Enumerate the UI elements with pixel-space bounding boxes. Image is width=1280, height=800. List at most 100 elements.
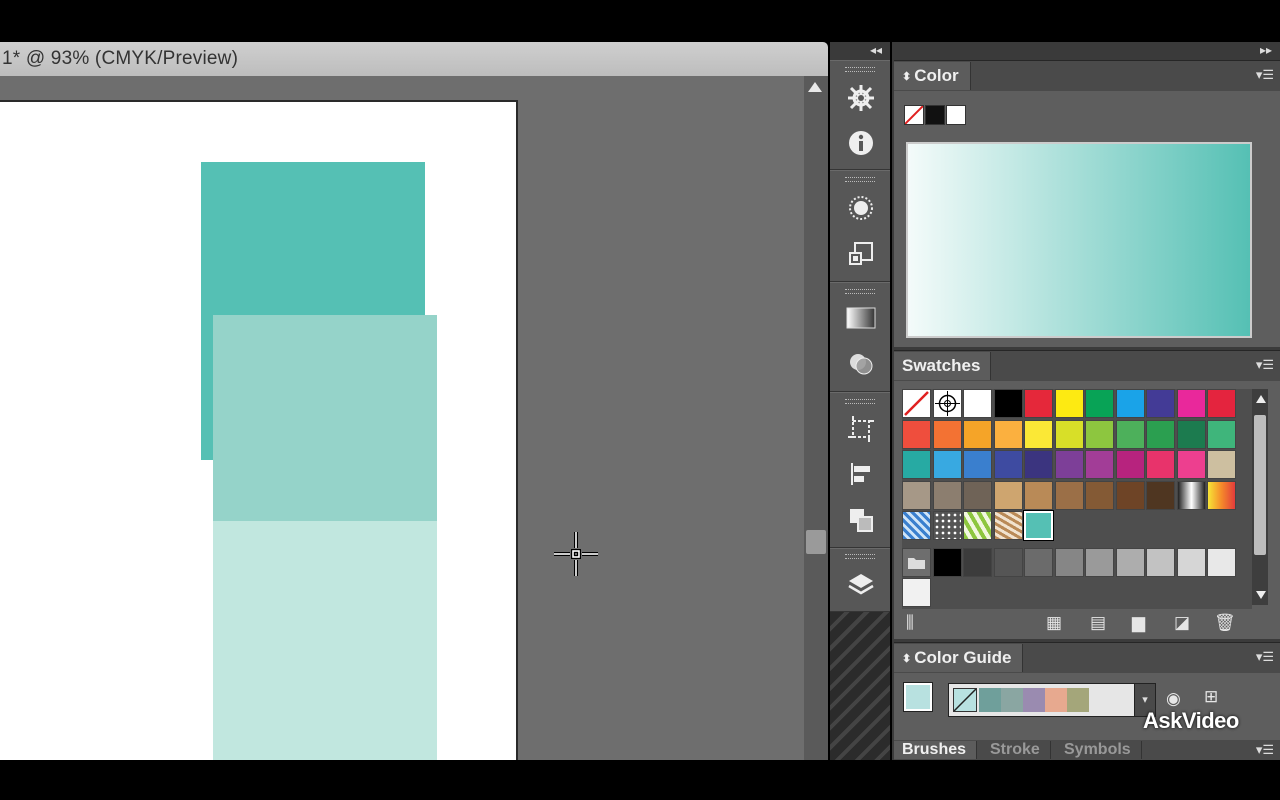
chevron-updown-icon[interactable]: ⬍: [902, 652, 911, 665]
harmony-color-swatch[interactable]: [1067, 688, 1089, 712]
scroll-up-arrow-icon[interactable]: [1256, 395, 1266, 403]
swatch[interactable]: [1085, 450, 1114, 479]
swatch[interactable]: [1176, 480, 1206, 510]
scrollbar-thumb[interactable]: [1254, 415, 1266, 555]
swatch-libraries-icon[interactable]: ⫼: [906, 613, 914, 633]
artboard[interactable]: [0, 100, 518, 760]
swatch[interactable]: [1176, 389, 1206, 418]
panel-menu-icon[interactable]: ▾☰: [1256, 357, 1274, 373]
swatch[interactable]: [1207, 419, 1236, 449]
black-swatch[interactable]: [925, 105, 945, 125]
swatch[interactable]: [963, 450, 992, 479]
white-swatch[interactable]: [946, 105, 966, 125]
grip-icon[interactable]: [845, 554, 875, 559]
swatch[interactable]: [963, 511, 992, 540]
swatch[interactable]: [1054, 450, 1084, 479]
info-icon[interactable]: [845, 127, 877, 159]
swatch[interactable]: [1054, 419, 1084, 449]
panel-menu-icon[interactable]: ▾☰: [1256, 649, 1274, 665]
swatch[interactable]: [1176, 419, 1206, 449]
harmony-color-swatch[interactable]: [1001, 688, 1023, 712]
swatch[interactable]: [1054, 480, 1084, 510]
color-guide-tab[interactable]: ⬍ Color Guide: [894, 644, 1023, 672]
transform-icon[interactable]: [845, 238, 877, 270]
current-color-swatch[interactable]: [903, 682, 933, 712]
swatch[interactable]: [1024, 419, 1053, 449]
new-color-group-icon[interactable]: ▆: [1132, 613, 1145, 633]
swatch[interactable]: [902, 511, 931, 540]
new-swatch-icon[interactable]: ◪: [1174, 613, 1190, 633]
swatch[interactable]: [902, 419, 931, 449]
expand-right-icon[interactable]: ▸▸: [1260, 43, 1272, 57]
swatch[interactable]: [963, 389, 992, 418]
grip-icon[interactable]: [845, 67, 875, 72]
color-group-folder[interactable]: [902, 547, 931, 577]
grip-icon[interactable]: [845, 289, 875, 294]
color-tab[interactable]: ⬍ Color: [894, 62, 971, 90]
chevron-updown-icon[interactable]: ⬍: [902, 70, 911, 83]
delete-swatch-icon[interactable]: 🗑: [1214, 613, 1236, 633]
swatch[interactable]: [1024, 450, 1053, 479]
swatch[interactable]: [902, 578, 931, 607]
swatch[interactable]: [963, 480, 992, 510]
swatch-options-icon[interactable]: ▤: [1090, 613, 1106, 633]
swatch[interactable]: [1207, 547, 1236, 577]
pale-square[interactable]: [213, 521, 437, 760]
swatch[interactable]: [1115, 389, 1145, 418]
swatch[interactable]: [902, 389, 931, 418]
swatch[interactable]: [1085, 419, 1114, 449]
swatch[interactable]: [993, 419, 1023, 449]
collapse-left-icon[interactable]: ◂◂: [870, 43, 882, 57]
swatch[interactable]: [963, 419, 992, 449]
swatch[interactable]: [932, 480, 962, 510]
navigator-icon[interactable]: [845, 82, 877, 114]
swatch[interactable]: [993, 547, 1023, 577]
vertical-scrollbar[interactable]: [804, 76, 828, 760]
swatch[interactable]: [902, 480, 931, 510]
harmony-strip[interactable]: [948, 683, 1138, 717]
swatch[interactable]: [993, 450, 1023, 479]
mint-square[interactable]: [213, 315, 437, 521]
swatch[interactable]: [993, 389, 1023, 418]
symbols-tab[interactable]: Symbols: [1056, 741, 1142, 759]
swatch[interactable]: [902, 450, 931, 479]
swatch[interactable]: [1146, 480, 1175, 510]
swatch[interactable]: [932, 547, 962, 577]
layers-icon[interactable]: [845, 568, 877, 600]
show-swatch-kinds-icon[interactable]: ▦: [1046, 613, 1062, 633]
scroll-up-arrow-icon[interactable]: [808, 82, 822, 92]
swatch[interactable]: [932, 511, 962, 540]
swatch[interactable]: [1024, 480, 1053, 510]
swatch[interactable]: [1024, 547, 1053, 577]
swatch[interactable]: [932, 389, 962, 418]
save-color-group-icon[interactable]: ⊞: [1204, 687, 1218, 707]
swatch[interactable]: [1115, 419, 1145, 449]
swatch[interactable]: [1207, 450, 1236, 479]
harmony-color-swatch[interactable]: [1023, 688, 1045, 712]
base-color-swatch[interactable]: [953, 688, 977, 712]
artboards-icon[interactable]: [845, 413, 877, 445]
gradient-icon[interactable]: [845, 302, 877, 334]
harmony-color-swatch[interactable]: [979, 688, 1001, 712]
swatch[interactable]: [1176, 450, 1206, 479]
swatch[interactable]: [1085, 547, 1114, 577]
brushes-tab[interactable]: Brushes: [894, 741, 978, 759]
transparency-icon[interactable]: [845, 348, 877, 380]
align-icon[interactable]: [845, 458, 877, 490]
swatch[interactable]: [1146, 450, 1175, 479]
swatch[interactable]: [932, 419, 962, 449]
grip-icon[interactable]: [845, 399, 875, 404]
swatch[interactable]: [1115, 547, 1145, 577]
swatch[interactable]: [1085, 480, 1114, 510]
swatches-tab[interactable]: Swatches: [894, 352, 992, 380]
edit-colors-icon[interactable]: ◉: [1166, 689, 1181, 709]
swatch[interactable]: [1146, 419, 1175, 449]
swatch[interactable]: [932, 450, 962, 479]
swatch[interactable]: [1023, 510, 1054, 541]
swatch[interactable]: [1207, 389, 1236, 418]
swatch[interactable]: [963, 547, 992, 577]
stroke-tab[interactable]: Stroke: [982, 741, 1051, 759]
swatch[interactable]: [1054, 389, 1084, 418]
grip-icon[interactable]: [845, 177, 875, 182]
scroll-down-arrow-icon[interactable]: [1256, 591, 1266, 599]
